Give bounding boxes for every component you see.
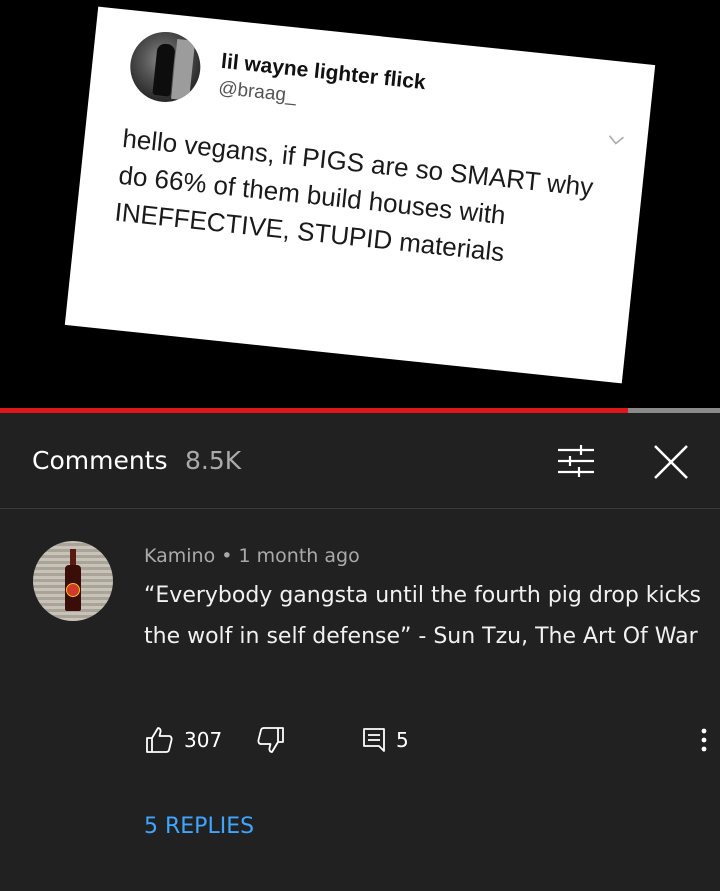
meta-separator: • (221, 545, 233, 567)
comments-count: 8.5K (185, 446, 242, 475)
reply-count: 5 (396, 728, 409, 752)
video-player[interactable]: lil wayne lighter flick @braag_ hello ve… (0, 0, 720, 410)
more-vertical-icon (701, 728, 707, 752)
tweet-avatar (126, 28, 204, 106)
tweet-screenshot: lil wayne lighter flick @braag_ hello ve… (64, 6, 656, 384)
comments-title: Comments (32, 446, 168, 475)
tweet-text: hello vegans, if PIGS are so SMART why d… (113, 122, 595, 268)
thumbs-up-icon (146, 727, 173, 753)
reply-button[interactable] (359, 725, 389, 755)
comment-time: 1 month ago (238, 545, 360, 567)
like-count: 307 (184, 728, 223, 752)
dislike-button[interactable] (256, 725, 286, 755)
thumbs-down-icon (257, 727, 284, 753)
chevron-down-icon (606, 133, 626, 153)
more-options-button[interactable] (692, 725, 716, 755)
comment-item: Kamino • 1 month ago “Everybody gangsta … (0, 509, 720, 889)
bottle-image (65, 549, 81, 611)
avatar[interactable] (33, 541, 113, 621)
sort-button[interactable] (555, 443, 597, 479)
close-button[interactable] (650, 441, 692, 483)
comment-text: “Everybody gangsta until the fourth pig … (144, 583, 701, 649)
tweet-handle: @braag_ (217, 77, 298, 107)
comment-meta: Kamino • 1 month ago (144, 545, 360, 567)
comment-author[interactable]: Kamino (144, 545, 215, 567)
like-button[interactable] (144, 725, 174, 755)
sliders-icon (558, 445, 594, 477)
comment-actions: 307 5 (144, 725, 707, 757)
view-replies-link[interactable]: 5 REPLIES (144, 814, 254, 839)
close-icon (654, 445, 688, 479)
comments-header: Comments 8.5K (0, 413, 720, 509)
comment-icon (363, 728, 385, 752)
